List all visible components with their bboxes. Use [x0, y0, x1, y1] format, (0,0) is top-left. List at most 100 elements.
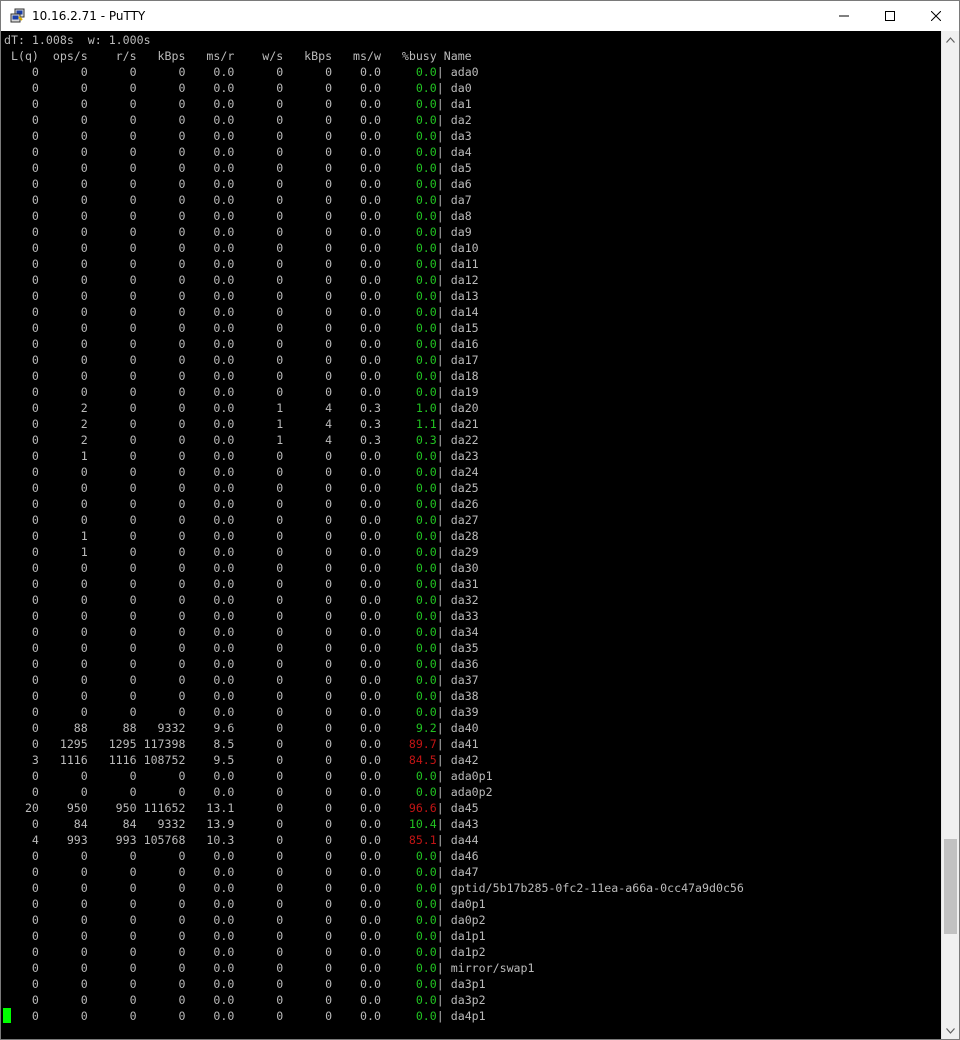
row-stats: 0 0 0 0 0.0 0 0 0.0 — [4, 1009, 381, 1023]
device-name: da7 — [450, 193, 472, 207]
close-button[interactable] — [913, 1, 959, 31]
busy-percent: 0.0 — [380, 113, 437, 127]
vertical-scrollbar[interactable] — [941, 31, 959, 1039]
column-separator: | — [436, 545, 451, 559]
device-name: da47 — [450, 865, 479, 879]
column-separator: | — [436, 785, 451, 799]
column-separator: | — [436, 273, 451, 287]
device-name: da1p1 — [450, 929, 486, 943]
column-separator: | — [436, 321, 451, 335]
busy-percent: 0.0 — [380, 529, 437, 543]
device-name: da31 — [450, 577, 479, 591]
table-row: 0 0 0 0 0.0 0 0 0.0 0.0| da18 — [4, 368, 479, 384]
busy-percent: 0.3 — [380, 433, 437, 447]
row-stats: 0 1 0 0 0.0 0 0 0.0 — [4, 449, 381, 463]
device-name: da24 — [450, 465, 479, 479]
column-separator: | — [436, 817, 451, 831]
device-name: da3p2 — [450, 993, 486, 1007]
device-name: da28 — [450, 529, 479, 543]
device-name: da3 — [450, 129, 472, 143]
busy-percent: 0.0 — [380, 641, 437, 655]
table-row: 0 0 0 0 0.0 0 0 0.0 0.0| da12 — [4, 272, 479, 288]
table-row: 0 0 0 0 0.0 0 0 0.0 0.0| da46 — [4, 848, 479, 864]
table-row: 0 0 0 0 0.0 0 0 0.0 0.0| da0p1 — [4, 896, 486, 912]
busy-percent: 0.0 — [380, 625, 437, 639]
column-separator: | — [436, 865, 451, 879]
device-name: da4 — [450, 145, 472, 159]
row-stats: 0 0 0 0 0.0 0 0 0.0 — [4, 481, 381, 495]
row-stats: 0 0 0 0 0.0 0 0 0.0 — [4, 673, 381, 687]
putty-window: 10.16.2.71 - PuTTY dT: 1.008s w: 1.000s … — [0, 0, 960, 1040]
scrollbar-thumb[interactable] — [944, 839, 957, 934]
busy-percent: 0.0 — [380, 481, 437, 495]
column-separator: | — [436, 753, 451, 767]
device-name: da0 — [450, 81, 472, 95]
scroll-up-button[interactable] — [942, 31, 959, 48]
row-stats: 0 0 0 0 0.0 0 0 0.0 — [4, 641, 381, 655]
table-row: 0 0 0 0 0.0 0 0 0.0 0.0| da31 — [4, 576, 479, 592]
busy-percent: 0.0 — [380, 689, 437, 703]
row-stats: 0 84 84 9332 13.9 0 0 0.0 — [4, 817, 381, 831]
table-row: 0 0 0 0 0.0 0 0 0.0 0.0| da30 — [4, 560, 479, 576]
device-name: da0p1 — [450, 897, 486, 911]
device-name: da36 — [450, 657, 479, 671]
scroll-down-arrow-icon — [946, 1027, 955, 1034]
table-row: 0 0 0 0 0.0 0 0 0.0 0.0| da5 — [4, 160, 472, 176]
busy-percent: 0.0 — [380, 337, 437, 351]
column-separator: | — [436, 881, 451, 895]
row-stats: 0 0 0 0 0.0 0 0 0.0 — [4, 273, 381, 287]
column-separator: | — [436, 833, 451, 847]
device-name: da38 — [450, 689, 479, 703]
busy-percent: 0.0 — [380, 561, 437, 575]
minimize-button[interactable] — [821, 1, 867, 31]
busy-percent: 0.0 — [380, 865, 437, 879]
device-name: da37 — [450, 673, 479, 687]
table-row: 0 0 0 0 0.0 0 0 0.0 0.0| gptid/5b17b285-… — [4, 880, 744, 896]
table-row: 0 0 0 0 0.0 0 0 0.0 0.0| da3p1 — [4, 976, 486, 992]
busy-percent: 96.6 — [380, 801, 437, 815]
row-stats: 0 0 0 0 0.0 0 0 0.0 — [4, 929, 381, 943]
title-bar[interactable]: 10.16.2.71 - PuTTY — [1, 1, 959, 31]
busy-percent: 0.0 — [380, 1009, 437, 1023]
column-separator: | — [436, 401, 451, 415]
table-row: 0 0 0 0 0.0 0 0 0.0 0.0| da8 — [4, 208, 472, 224]
maximize-icon — [885, 11, 895, 21]
table-row: 0 0 0 0 0.0 0 0 0.0 0.0| da14 — [4, 304, 479, 320]
device-name: da12 — [450, 273, 479, 287]
putty-icon[interactable] — [10, 8, 26, 24]
device-name: da18 — [450, 369, 479, 383]
busy-percent: 0.0 — [380, 497, 437, 511]
column-separator: | — [436, 641, 451, 655]
table-row: 0 0 0 0 0.0 0 0 0.0 0.0| da17 — [4, 352, 479, 368]
table-row: 0 0 0 0 0.0 0 0 0.0 0.0| da3p2 — [4, 992, 486, 1008]
device-name: da32 — [450, 593, 479, 607]
device-name: ada0p2 — [450, 785, 493, 799]
table-row: 0 0 0 0 0.0 0 0 0.0 0.0| da0p2 — [4, 912, 486, 928]
maximize-button[interactable] — [867, 1, 913, 31]
table-row: 0 0 0 0 0.0 0 0 0.0 0.0| da1p2 — [4, 944, 486, 960]
table-row: 0 0 0 0 0.0 0 0 0.0 0.0| da39 — [4, 704, 479, 720]
row-stats: 0 0 0 0 0.0 0 0 0.0 — [4, 113, 381, 127]
busy-percent: 0.0 — [380, 193, 437, 207]
device-name: da19 — [450, 385, 479, 399]
busy-percent: 0.0 — [380, 897, 437, 911]
row-stats: 0 0 0 0 0.0 0 0 0.0 — [4, 385, 381, 399]
busy-percent: 0.0 — [380, 769, 437, 783]
busy-percent: 0.0 — [380, 609, 437, 623]
device-name: da20 — [450, 401, 479, 415]
device-name: da41 — [450, 737, 479, 751]
row-stats: 0 0 0 0 0.0 0 0 0.0 — [4, 193, 381, 207]
terminal-output[interactable]: dT: 1.008s w: 1.000s L(q) ops/s r/s kBps… — [1, 31, 942, 1039]
scroll-down-button[interactable] — [942, 1022, 959, 1039]
column-separator: | — [436, 305, 451, 319]
row-stats: 0 0 0 0 0.0 0 0 0.0 — [4, 305, 381, 319]
row-stats: 0 1 0 0 0.0 0 0 0.0 — [4, 529, 381, 543]
busy-percent: 0.0 — [380, 545, 437, 559]
column-separator: | — [436, 465, 451, 479]
table-row: 0 0 0 0 0.0 0 0 0.0 0.0| da24 — [4, 464, 479, 480]
device-name: da15 — [450, 321, 479, 335]
device-name: da42 — [450, 753, 479, 767]
table-row: 0 0 0 0 0.0 0 0 0.0 0.0| ada0 — [4, 64, 479, 80]
device-name: gptid/5b17b285-0fc2-11ea-a66a-0cc47a9d0c… — [450, 881, 744, 895]
busy-percent: 0.0 — [380, 449, 437, 463]
